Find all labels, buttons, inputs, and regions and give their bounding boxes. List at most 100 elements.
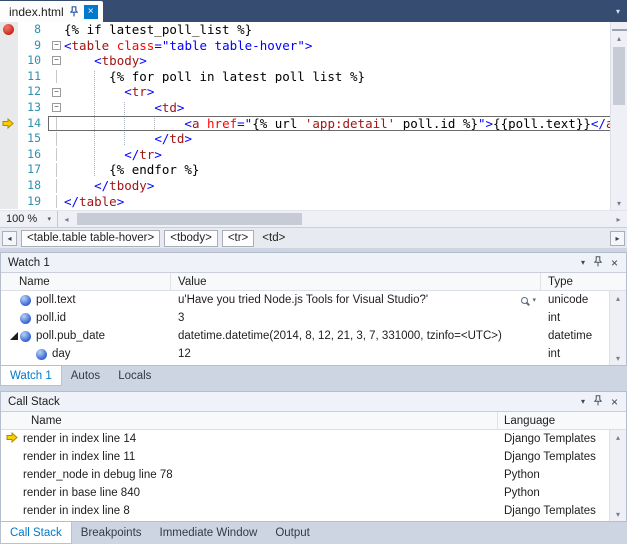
watch-row[interactable]: poll.pub_datedatetime.datetime(2014, 8, … (1, 327, 626, 345)
expander-icon[interactable] (10, 332, 18, 340)
tab-breakpoints[interactable]: Breakpoints (72, 522, 151, 544)
code-line[interactable]: 16 </tr> (0, 147, 610, 163)
fold-margin[interactable]: − (49, 101, 64, 115)
callstack-frame-row[interactable]: render_node in debug line 78Python (1, 466, 626, 484)
scrollbar-track[interactable] (611, 45, 627, 196)
code-line[interactable]: 11 {% for poll in latest_poll_list %} (0, 69, 610, 85)
breakpoint-margin[interactable] (0, 131, 18, 147)
watch-value-cell[interactable]: u'Have you tried Node.js Tools for Visua… (171, 294, 541, 306)
breadcrumb-item[interactable]: <tr> (222, 230, 254, 247)
watch-row[interactable]: poll.textu'Have you tried Node.js Tools … (1, 291, 626, 309)
watch-row[interactable]: day12int (1, 345, 626, 363)
fold-collapse-icon[interactable]: − (52, 88, 61, 97)
chevron-down-icon[interactable]: ▾ (532, 296, 536, 304)
breakpoint-margin[interactable] (0, 38, 18, 54)
scroll-left-icon[interactable]: ◂ (58, 211, 75, 227)
code-text[interactable]: <td> (64, 101, 609, 115)
code-line[interactable]: 8{% if latest_poll_list %} (0, 22, 610, 38)
scroll-up-icon[interactable]: ▴ (610, 430, 626, 444)
breakpoint-margin[interactable] (0, 147, 18, 163)
code-line[interactable]: 14 <a href="{% url 'app:detail' poll.id … (0, 116, 610, 132)
code-line[interactable]: 13− <td> (0, 100, 610, 116)
fold-collapse-icon[interactable]: − (52, 41, 61, 50)
watch-row[interactable]: poll.id3int (1, 309, 626, 327)
editor-horizontal-scrollbar[interactable]: ◂ ▸ (58, 211, 627, 227)
column-header-type[interactable]: Type (541, 273, 611, 290)
scrollbar-track[interactable] (610, 305, 626, 351)
panel-vertical-scrollbar[interactable]: ▴▾ (609, 291, 626, 365)
scroll-up-icon[interactable]: ▴ (611, 31, 627, 45)
fold-margin[interactable] (49, 117, 64, 131)
fold-margin[interactable] (49, 23, 64, 37)
window-position-chevron-icon[interactable]: ▾ (581, 258, 585, 267)
column-header-value[interactable]: Value (171, 273, 541, 290)
breakpoint-margin[interactable] (0, 100, 18, 116)
tab-autos[interactable]: Autos (62, 366, 109, 386)
magnifier-icon[interactable]: ▾ (521, 296, 541, 304)
fold-margin[interactable] (49, 195, 64, 209)
watch-value-cell[interactable]: 12 (171, 348, 541, 360)
code-text[interactable]: </tr> (64, 148, 609, 162)
breadcrumb-item[interactable]: <table.table table-hover> (21, 230, 160, 247)
column-header-name[interactable]: Name (1, 273, 171, 290)
callstack-frame-row[interactable]: render in index line 8Django Templates (1, 502, 626, 520)
breakpoint-margin[interactable] (0, 162, 18, 178)
code-line[interactable]: 15 </td> (0, 131, 610, 147)
close-icon[interactable]: × (84, 5, 98, 19)
code-text[interactable]: {% endfor %} (64, 163, 609, 177)
code-text[interactable]: </tbody> (64, 179, 609, 193)
breadcrumb-item[interactable]: <tbody> (164, 230, 218, 247)
breakpoint-margin[interactable] (0, 194, 18, 210)
tab-output[interactable]: Output (266, 522, 319, 544)
code-text[interactable]: <a href="{% url 'app:detail' poll.id %}"… (64, 117, 610, 131)
breakpoint-margin[interactable] (0, 53, 18, 69)
code-line[interactable]: 17 {% endfor %} (0, 162, 610, 178)
tab-overflow-chevron-icon[interactable]: ▾ (616, 7, 620, 16)
pin-icon[interactable] (594, 395, 602, 409)
scrollbar-thumb[interactable] (77, 213, 302, 225)
scroll-right-icon[interactable]: ▸ (610, 211, 627, 227)
callstack-frame-row[interactable]: render in index line 14Django Templates (1, 430, 626, 448)
fold-collapse-icon[interactable]: − (52, 103, 61, 112)
code-editor[interactable]: 8{% if latest_poll_list %}9−<table class… (0, 22, 627, 210)
nav-forward-icon[interactable]: ▸ (610, 231, 625, 246)
fold-margin[interactable] (49, 132, 64, 146)
breakpoint-icon[interactable] (3, 24, 14, 35)
callstack-frame-row[interactable]: render in base line 840Python (1, 484, 626, 502)
fold-margin[interactable] (49, 179, 64, 193)
scrollbar-thumb[interactable] (613, 47, 625, 105)
splitter-grip[interactable] (612, 23, 627, 31)
fold-margin[interactable]: − (49, 39, 64, 53)
window-position-chevron-icon[interactable]: ▾ (581, 397, 585, 406)
scroll-up-icon[interactable]: ▴ (610, 291, 626, 305)
nav-back-icon[interactable]: ◂ (2, 231, 17, 246)
breakpoint-margin[interactable] (0, 69, 18, 85)
scroll-down-icon[interactable]: ▾ (611, 196, 627, 210)
tab-immediate-window[interactable]: Immediate Window (151, 522, 267, 544)
scrollbar-track[interactable] (75, 211, 610, 227)
breakpoint-margin[interactable] (0, 178, 18, 194)
breakpoint-margin[interactable] (0, 116, 18, 132)
tab-locals[interactable]: Locals (109, 366, 160, 386)
fold-margin[interactable] (49, 148, 64, 162)
breakpoint-margin[interactable] (0, 84, 18, 100)
fold-collapse-icon[interactable]: − (52, 56, 61, 65)
fold-margin[interactable]: − (49, 85, 64, 99)
code-line[interactable]: 9−<table class="table table-hover"> (0, 38, 610, 54)
watch-value-cell[interactable]: datetime.datetime(2014, 8, 12, 21, 3, 7,… (171, 330, 541, 342)
code-line[interactable]: 12− <tr> (0, 84, 610, 100)
code-text[interactable]: </table> (64, 195, 609, 209)
scroll-down-icon[interactable]: ▾ (610, 351, 626, 365)
column-header-language[interactable]: Language (498, 412, 611, 429)
code-line[interactable]: 19</table> (0, 194, 610, 210)
panel-vertical-scrollbar[interactable]: ▴▾ (609, 430, 626, 521)
code-text[interactable]: {% if latest_poll_list %} (64, 23, 609, 37)
fold-margin[interactable] (49, 70, 64, 84)
fold-margin[interactable] (49, 163, 64, 177)
scrollbar-track[interactable] (610, 444, 626, 507)
close-icon[interactable]: × (611, 257, 618, 269)
code-text[interactable]: <table class="table table-hover"> (64, 39, 609, 53)
editor-vertical-scrollbar[interactable]: ▴ ▾ (610, 22, 627, 210)
code-text[interactable]: <tbody> (64, 54, 609, 68)
code-line[interactable]: 10− <tbody> (0, 53, 610, 69)
